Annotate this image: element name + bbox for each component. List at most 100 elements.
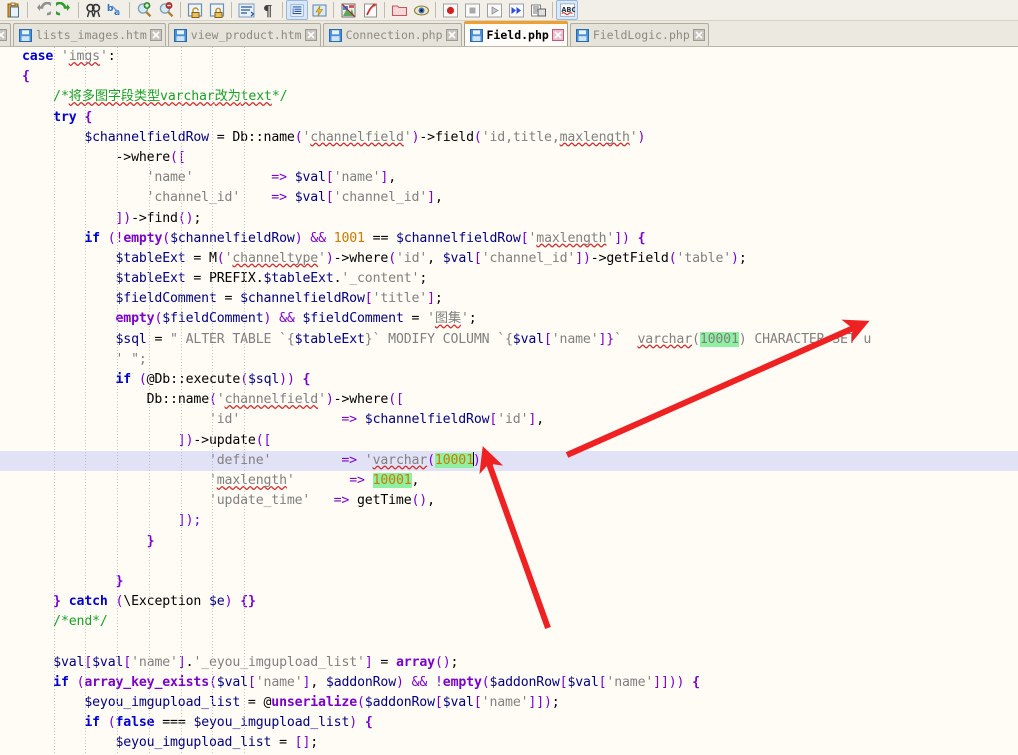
- undo-icon[interactable]: [31, 0, 53, 20]
- code-line[interactable]: $sql = " ALTER TABLE `{$tableExt}` MODIF…: [0, 330, 1018, 350]
- indent-guide: [53, 47, 55, 755]
- zoom-out-icon[interactable]: [155, 0, 177, 20]
- code-line[interactable]: 'update_time' => getTime(),: [0, 491, 1018, 511]
- indent-guide: [244, 47, 246, 755]
- tab-label: FieldLogic.php: [592, 28, 690, 42]
- tab-close-icon[interactable]: [551, 29, 564, 41]
- indent-guide: [117, 47, 119, 755]
- tab-label: view_product.htm: [190, 28, 302, 42]
- toolbar-separator: [231, 2, 232, 18]
- syntax-icon[interactable]: [359, 0, 381, 20]
- play-macro-icon[interactable]: [483, 0, 505, 20]
- tab-view-product-htm[interactable]: view_product.htm: [167, 23, 321, 46]
- code-line[interactable]: 'channel_id' => $val['channel_id'],: [0, 188, 1018, 208]
- indent-guide: [212, 47, 214, 755]
- floppy-disk-icon: [173, 28, 187, 42]
- tab-fieldlogic-php[interactable]: FieldLogic.php: [569, 23, 709, 46]
- toolbar-separator: [180, 2, 181, 18]
- code-line[interactable]: if (array_key_exists($val['name'], $addo…: [0, 673, 1018, 693]
- code-line[interactable]: ' ";: [0, 350, 1018, 370]
- folder-icon[interactable]: [388, 0, 410, 20]
- code-line[interactable]: if (false === $eyou_imgupload_list) {: [0, 713, 1018, 733]
- code-line[interactable]: [0, 552, 1018, 572]
- wrap-lines-icon[interactable]: [235, 0, 257, 20]
- code-line[interactable]: $eyou_imgupload_list = @unserialize($add…: [0, 693, 1018, 713]
- tab-label: Field.php: [486, 28, 549, 42]
- tab-label: lists_images.htm: [36, 28, 147, 42]
- code-line[interactable]: [0, 632, 1018, 652]
- find-icon[interactable]: [82, 0, 104, 20]
- toolbar-separator: [129, 2, 130, 18]
- svg-text:¶: ¶: [263, 2, 273, 19]
- code-line[interactable]: 'name' => $val['name'],: [0, 168, 1018, 188]
- tab-truncated[interactable]: [0, 23, 11, 46]
- toolbar-separator: [333, 2, 334, 18]
- tab-close-icon[interactable]: [692, 29, 705, 41]
- code-line[interactable]: if (!empty($channelfieldRow) && 1001 == …: [0, 229, 1018, 249]
- indent-guide: [180, 47, 182, 755]
- indent-guide: [85, 47, 87, 755]
- tab-close-icon[interactable]: [149, 29, 162, 41]
- tab-bar[interactable]: lists_images.htm view_product.htm Connecti…: [0, 21, 1018, 47]
- code-line[interactable]: ])->update([: [0, 431, 1018, 451]
- color-picker-icon[interactable]: [337, 0, 359, 20]
- code-line[interactable]: case 'imgs':: [0, 47, 1018, 67]
- code-line[interactable]: {: [0, 67, 1018, 87]
- code-line[interactable]: } catch (\Exception $e) {}: [0, 592, 1018, 612]
- code-line[interactable]: 'id' => $channelfieldRow['id'],: [0, 410, 1018, 430]
- code-line[interactable]: }: [0, 532, 1018, 552]
- tab-close-icon[interactable]: [304, 29, 317, 41]
- tab-close-icon[interactable]: [0, 29, 7, 41]
- code-line[interactable]: $val[$val['name'].'_eyou_imgupload_list'…: [0, 653, 1018, 673]
- code-line[interactable]: 'maxlength' => 10001,: [0, 471, 1018, 491]
- toolbar-separator: [435, 2, 436, 18]
- save-macro-icon[interactable]: [527, 0, 549, 20]
- code-line[interactable]: ->where([: [0, 148, 1018, 168]
- floppy-disk-icon: [328, 28, 342, 42]
- tab-label: Connection.php: [345, 28, 443, 42]
- code-line[interactable]: /*将多图字段类型varchar改为text*/: [0, 87, 1018, 107]
- code-line[interactable]: ])->find();: [0, 209, 1018, 229]
- toolbar: b a ¶ ABC: [0, 0, 1018, 21]
- code-line[interactable]: $eyou_imgupload_list = [];: [0, 733, 1018, 753]
- spellcheck-icon[interactable]: ABC: [556, 0, 578, 20]
- code-line[interactable]: $tableExt = PREFIX.$tableExt.'_content';: [0, 269, 1018, 289]
- code-line[interactable]: 'define' => 'varchar(10001)',: [0, 450, 1018, 471]
- code-line[interactable]: $fieldComment = $channelfieldRow['title'…: [0, 289, 1018, 309]
- code-line[interactable]: Db::name('channelfield')->where([: [0, 390, 1018, 410]
- code-line[interactable]: if (@Db::execute($sql)) {: [0, 370, 1018, 390]
- svg-text:b: b: [107, 4, 114, 14]
- tab-field-php[interactable]: Field.php: [463, 21, 568, 46]
- zoom-in-icon[interactable]: [133, 0, 155, 20]
- floppy-disk-icon: [575, 28, 589, 42]
- code-folding-icon[interactable]: [308, 0, 330, 20]
- toolbar-separator: [384, 2, 385, 18]
- paste-icon[interactable]: [2, 0, 24, 20]
- code-editor[interactable]: case 'imgs':{ /*将多图字段类型varchar改为text*/ t…: [0, 47, 1018, 755]
- stop-macro-icon[interactable]: [461, 0, 483, 20]
- replace-icon[interactable]: b a: [104, 0, 126, 20]
- code-line[interactable]: $channelfieldRow = Db::name('channelfiel…: [0, 128, 1018, 148]
- unlock-icon[interactable]: [184, 0, 206, 20]
- play-multiple-icon[interactable]: [505, 0, 527, 20]
- toolbar-separator: [282, 2, 283, 18]
- preview-icon[interactable]: [410, 0, 432, 20]
- tab-close-icon[interactable]: [445, 29, 458, 41]
- code-line[interactable]: ]);: [0, 511, 1018, 531]
- code-line[interactable]: try {: [0, 108, 1018, 128]
- code-line[interactable]: }: [0, 572, 1018, 592]
- code-line[interactable]: $tableExt = M('channeltype')->where('id'…: [0, 249, 1018, 269]
- redo-icon[interactable]: [53, 0, 75, 20]
- floppy-disk-icon: [469, 28, 483, 42]
- tab-connection-php[interactable]: Connection.php: [322, 23, 462, 46]
- indent-guides-icon[interactable]: [286, 0, 308, 20]
- pilcrow-icon[interactable]: ¶: [257, 0, 279, 20]
- code-lines[interactable]: case 'imgs':{ /*将多图字段类型varchar改为text*/ t…: [0, 47, 1018, 755]
- indent-guide: [148, 47, 150, 755]
- lock-icon[interactable]: [206, 0, 228, 20]
- record-macro-icon[interactable]: [439, 0, 461, 20]
- toolbar-separator: [78, 2, 79, 18]
- code-line[interactable]: empty($fieldComment) && $fieldComment = …: [0, 309, 1018, 329]
- code-line[interactable]: /*end*/: [0, 612, 1018, 632]
- tab-lists-images-htm[interactable]: lists_images.htm: [13, 23, 166, 46]
